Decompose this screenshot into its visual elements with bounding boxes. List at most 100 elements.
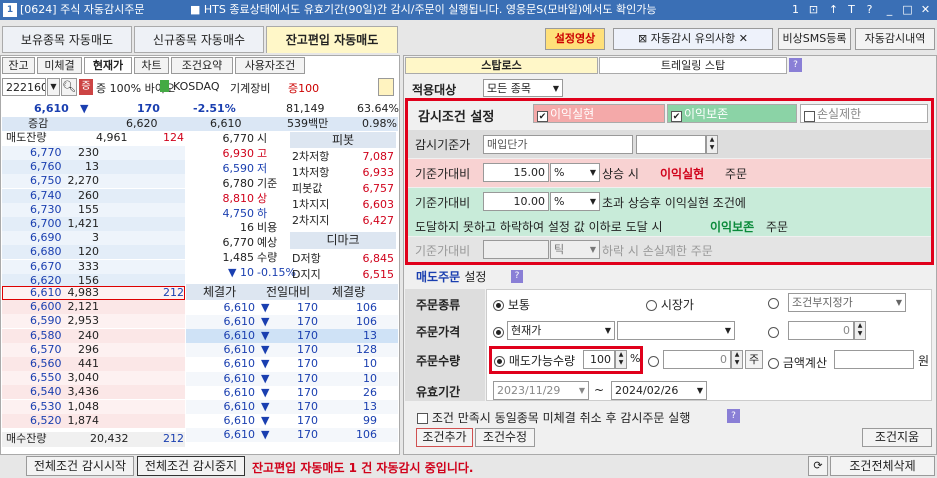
tab-balance-auto-sell[interactable]: 잔고편입 자동매도 [266, 26, 398, 53]
option-profit[interactable]: ✔ 이익실현 [533, 104, 665, 123]
refresh-icon[interactable]: ⟳ [808, 456, 828, 476]
price-sub-select[interactable]: ▼ [617, 321, 735, 340]
tab-user-condition[interactable]: 사용자조건 [235, 57, 305, 74]
price-info-value: 6,930 [222, 146, 255, 160]
base-label: 감시기준가 [415, 138, 471, 152]
price-spinner[interactable]: ▲ ▼ [854, 321, 866, 340]
tab-new-auto-buy[interactable]: 신규종목 자동매수 [134, 26, 264, 53]
tab-condition-summary[interactable]: 조건요약 [171, 57, 233, 74]
cancel-unfilled-option[interactable]: 조건 만족시 동일종목 미체결 취소 후 감시주문 실행 [417, 409, 690, 426]
base-spinner[interactable]: ▲ ▼ [706, 135, 718, 154]
tab-trailing-stop[interactable]: 트레일링 스탑 [599, 57, 787, 74]
row3-unit-select[interactable]: 틱 ▼ [550, 240, 600, 259]
tab-stop-loss[interactable]: 스탑로스 [405, 57, 598, 74]
help-icon[interactable]: ? [511, 270, 523, 283]
tab-chart[interactable]: 차트 [134, 57, 169, 74]
trade-diff: 170 [297, 343, 318, 357]
text-icon[interactable]: T [844, 2, 859, 17]
search-icon[interactable]: 🔍︎ [61, 78, 77, 96]
qty-amount-radio[interactable]: 금액계산 [768, 354, 827, 371]
change-rate: -2.51% [193, 102, 236, 115]
ask-price: 6,670 [30, 259, 62, 273]
maximize-icon[interactable]: □ [900, 2, 915, 17]
ask-qty: 260 [78, 188, 99, 202]
minimize-icon[interactable]: _ [882, 2, 897, 17]
ask-qty: 230 [78, 146, 99, 159]
stock-code-input[interactable]: 222160 [2, 78, 46, 96]
setup-video-button[interactable]: 설정영상 [545, 28, 605, 50]
bid-price: 6,570 [30, 342, 62, 356]
price-current-radio[interactable] [493, 325, 504, 339]
close-icon[interactable]: ✕ [918, 2, 933, 17]
row2-value-input[interactable]: 10.00 [483, 192, 549, 211]
price-number-input[interactable]: 0 [788, 321, 854, 340]
row1-value-input[interactable]: 15.00 [483, 163, 549, 182]
option-loss[interactable]: 손실제한 [800, 104, 928, 123]
qty-spinner[interactable]: ▲ ▼ [615, 350, 627, 369]
font-up-icon[interactable]: ↑ [826, 2, 841, 17]
stop-all-button[interactable]: 전체조건 감시중지 [137, 456, 245, 476]
order-type-market[interactable]: 시장가 [646, 296, 694, 313]
caution-button[interactable]: ⊠ 자동감시 유의사항 ✕ [613, 28, 773, 50]
ask-price: 6,690 [30, 231, 62, 245]
margin-badge-icon: 증 [79, 79, 93, 95]
row2-unit-select[interactable]: % ▼ [550, 192, 600, 211]
pivot-value: 6,603 [362, 198, 395, 211]
row1-unit-select[interactable]: % ▼ [550, 163, 600, 182]
help-icon[interactable]: ? [862, 2, 877, 17]
date-from-input[interactable]: 2023/11/29 ▼ [493, 381, 589, 400]
ratio: 0.98% [362, 117, 397, 130]
dropdown-icon[interactable]: ▼ [47, 78, 60, 96]
order-type-normal[interactable]: 보통 [493, 296, 530, 313]
chart-mini-icon[interactable] [160, 80, 169, 92]
start-all-button[interactable]: 전체조건 감시시작 [26, 456, 134, 476]
option-preserve[interactable]: ✔ 이익보존 [667, 104, 797, 123]
date-to-input[interactable]: 2024/02/26 ▼ [611, 381, 707, 400]
target-label: 적용대상 [412, 83, 457, 97]
tab-unfilled[interactable]: 미체결 [37, 57, 82, 74]
change: 170 [137, 102, 160, 115]
history-button[interactable]: 자동감시내역 [855, 28, 935, 50]
base-value-input[interactable] [636, 135, 706, 154]
price-info-value: 6,770 [222, 236, 255, 250]
ask-qty: 120 [78, 245, 99, 259]
row3-label: 기준가대비 [415, 244, 471, 258]
qty-share-radio[interactable] [648, 354, 659, 367]
help-icon[interactable]: ? [727, 409, 740, 423]
modify-condition-button[interactable]: 조건수정 [475, 428, 535, 447]
order-type-conditional[interactable] [768, 296, 779, 310]
qty-percent-input[interactable]: 100 [583, 350, 615, 369]
bid-price: 6,560 [30, 357, 62, 370]
qty-share-spinner[interactable]: ▲ ▼ [731, 350, 743, 369]
trade-vol: 106 [356, 315, 377, 329]
qty-sellable-radio[interactable]: 매도가능수량 [494, 352, 575, 369]
conditional-select[interactable]: 조건부지정가 ▼ [788, 293, 906, 312]
trade-arrow-icon: ▼ [261, 399, 270, 413]
ask-qty: 2,270 [67, 174, 100, 188]
base-select[interactable]: 매입단가 [483, 135, 633, 154]
target-select[interactable]: 모든 종목 ▼ [483, 79, 563, 97]
tab-current-price[interactable]: 현재가 [84, 57, 132, 74]
delete-all-button[interactable]: 조건전체삭제 [830, 456, 935, 476]
qty-share-input[interactable]: 0 [663, 350, 731, 369]
trade-vol: 128 [356, 343, 377, 357]
condition-title: 감시조건 설정 [418, 110, 495, 125]
tab-holding-auto-sell[interactable]: 보유종목 자동매도 [2, 26, 132, 53]
row3-value-input[interactable] [483, 240, 549, 259]
bid-amount: 6,620 [126, 117, 158, 130]
price-custom-radio[interactable] [768, 325, 779, 338]
price-select[interactable]: 현재가 ▼ [507, 321, 615, 340]
add-condition-button[interactable]: 조건추가 [416, 428, 473, 447]
delete-condition-button[interactable]: 조건지움 [862, 428, 932, 447]
qty-amount-input[interactable] [834, 350, 914, 369]
lock-icon[interactable]: ⊡ [806, 2, 821, 17]
pivot-label: 2차지지 [292, 214, 330, 227]
ask-price: 6,680 [30, 245, 62, 259]
trade-price: 6,610 [223, 371, 256, 385]
price-info-label: 비용 [257, 221, 278, 235]
tab-balance[interactable]: 잔고 [2, 57, 35, 74]
window-1-icon[interactable]: 1 [788, 2, 803, 17]
help-icon[interactable]: ? [789, 58, 802, 72]
memo-icon[interactable] [378, 78, 394, 96]
sms-button[interactable]: 비상SMS등록 [778, 28, 851, 50]
